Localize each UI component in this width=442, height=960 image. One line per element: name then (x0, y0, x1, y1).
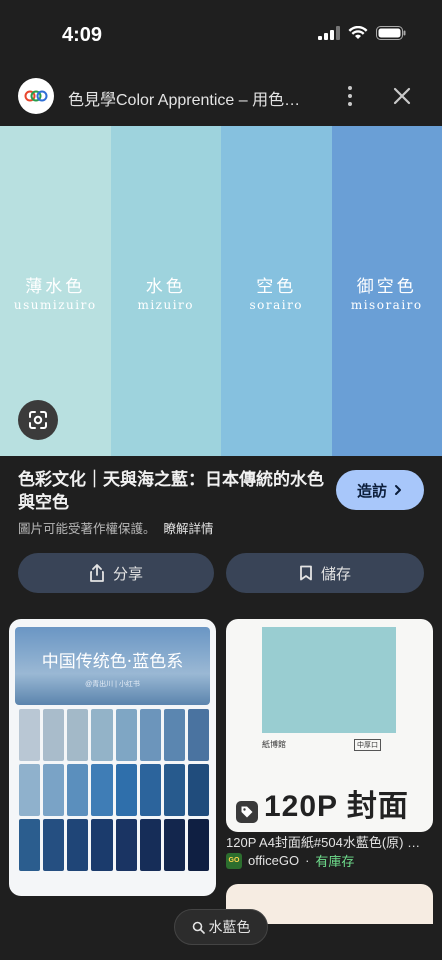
learn-more-link[interactable]: 瞭解詳情 (164, 522, 214, 536)
lens-search-button[interactable] (18, 400, 58, 440)
banner-subtitle: @青出川 | 小红书 (85, 681, 140, 688)
swatch-name: 薄水色 (25, 277, 86, 297)
palette-chip (43, 709, 65, 761)
save-label: 儲存 (320, 565, 351, 583)
wifi-icon (348, 26, 368, 39)
result-title[interactable]: 色彩文化｜天與海之藍：日本傳統的水色與空色 (18, 468, 328, 514)
status-time: 4:09 (62, 24, 103, 46)
close-icon[interactable] (388, 82, 416, 110)
status-bar: 4:09 (0, 0, 442, 70)
swatch-name: 水色 (145, 277, 186, 297)
chevron-right-icon (395, 485, 401, 495)
related-caption[interactable]: 120P A4封面紙#504水藍色(原) … (226, 832, 436, 851)
palette-chip (115, 764, 137, 816)
palette-chip (19, 764, 41, 816)
palette-chip (19, 709, 41, 761)
palette-chip (163, 764, 185, 816)
palette-chip (91, 709, 113, 761)
search-icon (192, 921, 205, 934)
palette-chip (115, 819, 137, 871)
swatch-romaji: usumizuiro (13, 298, 97, 312)
color-rings-icon (24, 90, 48, 102)
stock-status: 有庫存 (315, 854, 355, 869)
site-logo[interactable] (18, 78, 54, 114)
related-source[interactable]: GO officeGO · 有庫存 (226, 851, 354, 870)
swatch-name: 空色 (256, 277, 297, 297)
source-name: officeGO (248, 853, 300, 868)
palette-chip (187, 709, 209, 761)
swatch-name: 御空色 (356, 277, 417, 297)
paper-tag: 中厚口 (354, 739, 381, 751)
share-label: 分享 (112, 565, 143, 583)
share-icon (90, 564, 104, 582)
color-palette-grid (19, 709, 209, 871)
separator-dot: · (305, 853, 310, 868)
palette-chip (43, 819, 65, 871)
swatch-romaji: mizuiro (137, 298, 195, 312)
copyright-text: 圖片可能受著作權保護。 (18, 522, 156, 536)
card-banner: 中国传统色·蓝色系 @青出川 | 小红书 (15, 627, 210, 705)
palette-chip (67, 819, 89, 871)
share-button[interactable]: 分享 (18, 553, 214, 593)
palette-chip (139, 709, 161, 761)
related-image-card[interactable]: 中国传统色·蓝色系 @青出川 | 小红书 (9, 619, 216, 896)
color-swatch: 水色 mizuiro (110, 126, 221, 456)
more-options-icon[interactable] (340, 82, 360, 110)
paper-swatch (262, 627, 396, 733)
paper-brand: 紙博館 (262, 740, 286, 749)
palette-chip (115, 709, 137, 761)
related-image-card[interactable]: 紙博館 中厚口 120P 封面紙 (226, 619, 433, 832)
palette-chip (19, 819, 41, 871)
lens-icon (29, 411, 47, 429)
color-swatch: 御空色 misorairo (331, 126, 442, 456)
copyright-note: 圖片可能受著作權保護。 瞭解詳情 (18, 518, 214, 537)
palette-chip (139, 764, 161, 816)
palette-chip (67, 709, 89, 761)
palette-chip (91, 819, 113, 871)
palette-chip (187, 764, 209, 816)
palette-chip (187, 819, 209, 871)
tag-icon (236, 801, 258, 823)
palette-chip (139, 819, 161, 871)
swatch-romaji: misorairo (350, 298, 423, 312)
site-title[interactable]: 色見學Color Apprentice – 用色… (68, 86, 318, 110)
signal-icon (318, 26, 340, 40)
visit-button[interactable]: 造訪 (336, 470, 424, 510)
palette-chip (163, 709, 185, 761)
swatch-romaji: sorairo (249, 298, 304, 312)
color-swatch: 空色 sorairo (221, 126, 332, 456)
main-image[interactable]: 薄水色 usumizuiro 水色 mizuiro 空色 sorairo 御空色… (0, 126, 442, 456)
viewer-header: 色見學Color Apprentice – 用色… (0, 70, 442, 126)
palette-chip (67, 764, 89, 816)
officego-logo: GO (226, 852, 242, 869)
visit-label: 造訪 (356, 482, 387, 500)
status-icons (318, 26, 406, 40)
banner-title: 中国传统色·蓝色系 (41, 652, 184, 672)
bookmark-icon (300, 565, 312, 581)
battery-icon (376, 26, 406, 40)
search-chip[interactable]: 水藍色 (174, 909, 268, 945)
palette-chip (43, 764, 65, 816)
color-swatch: 薄水色 usumizuiro (0, 126, 111, 456)
save-button[interactable]: 儲存 (226, 553, 424, 593)
paper-product-text: 120P 封面紙 (264, 790, 409, 823)
palette-chip (91, 764, 113, 816)
search-chip-label: 水藍色 (208, 919, 251, 935)
palette-chip (163, 819, 185, 871)
